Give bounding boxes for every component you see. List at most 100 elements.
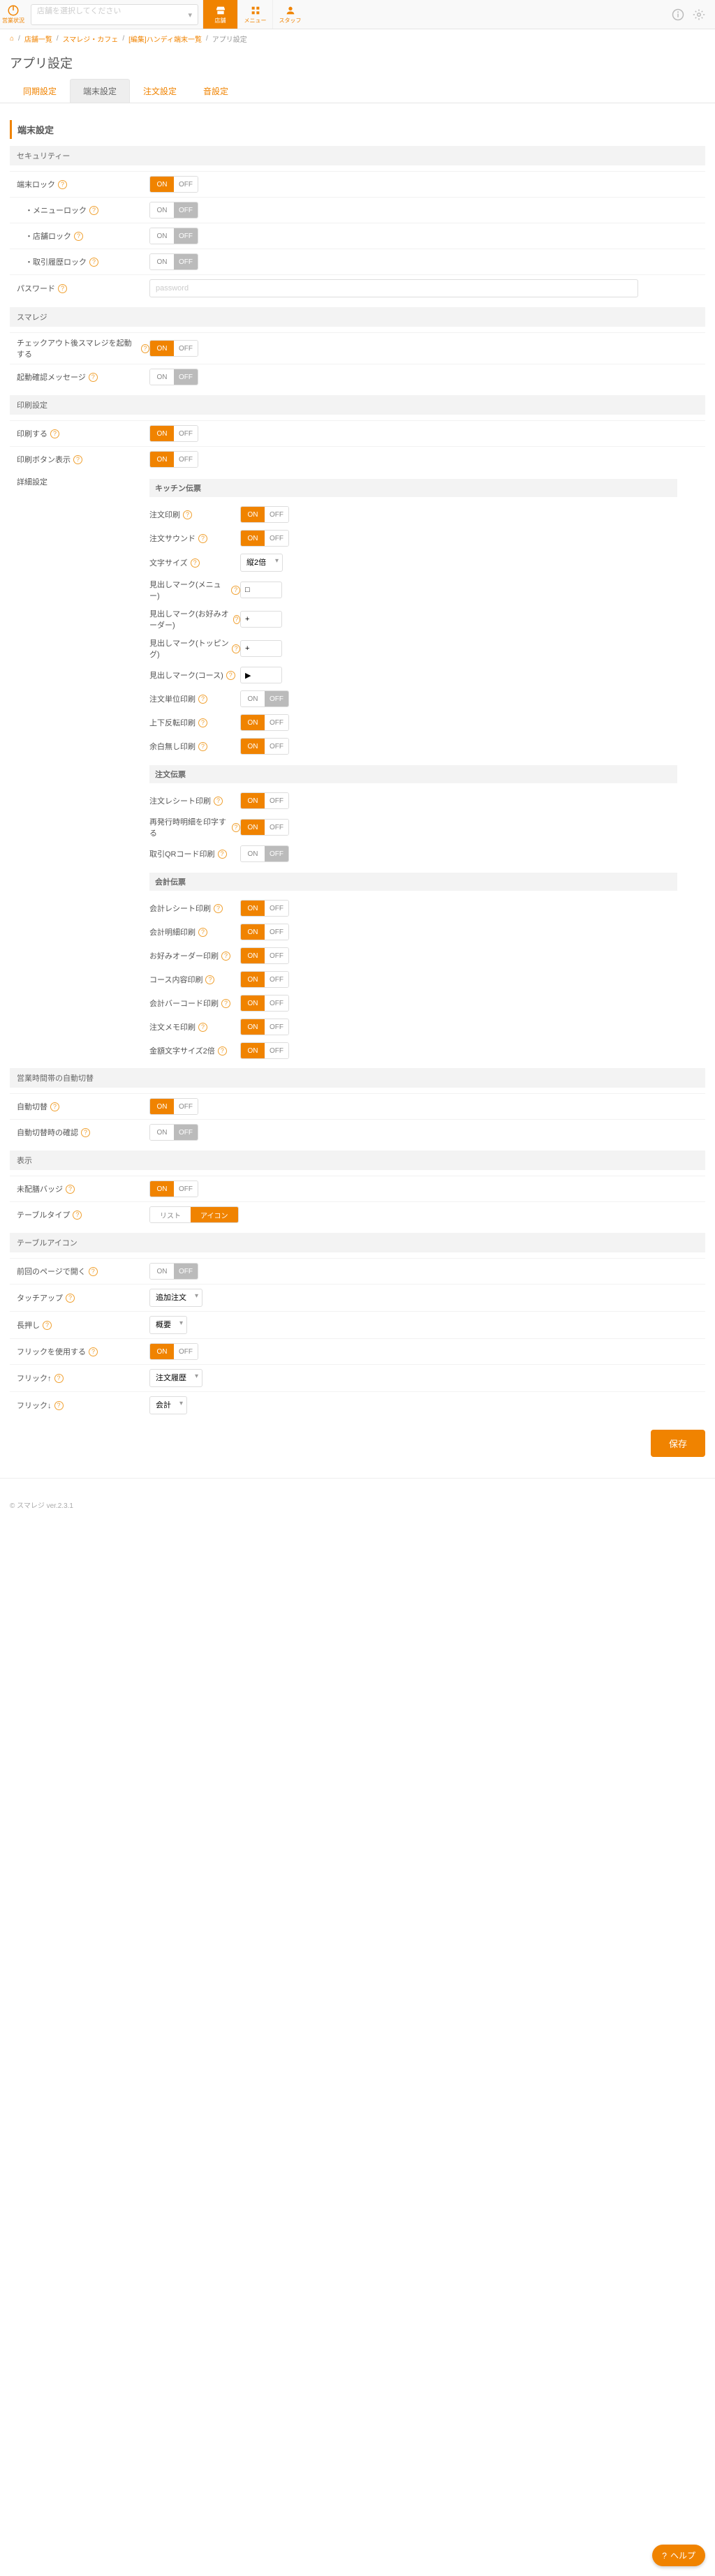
input-mark-course[interactable] — [240, 667, 282, 683]
toggle-barcode-print[interactable]: ONOFF — [240, 995, 289, 1012]
help-icon[interactable]: ? — [221, 999, 230, 1008]
tab-terminal[interactable]: 端末設定 — [70, 79, 130, 103]
content: 端末設定 セキュリティー 端末ロック? ONOFF ・メニューロック? ONOF… — [0, 103, 715, 1478]
toggle-okonomi-print[interactable]: ONOFF — [240, 947, 289, 964]
help-icon[interactable]: ? — [198, 534, 207, 543]
toggle-course-content[interactable]: ONOFF — [240, 971, 289, 988]
select-touch-up[interactable]: 追加注文 — [149, 1289, 202, 1307]
home-icon[interactable]: ⌂ — [10, 35, 14, 43]
help-icon[interactable]: ? — [58, 284, 67, 293]
password-input[interactable] — [149, 279, 638, 297]
crumb-current: アプリ設定 — [212, 34, 247, 44]
help-icon[interactable]: ? — [198, 718, 207, 727]
toggle-reissue-detail[interactable]: ONOFF — [240, 819, 289, 836]
toggle-auto-switch[interactable]: ONOFF — [149, 1098, 198, 1115]
help-icon[interactable]: ? — [218, 1046, 227, 1056]
toggle-order-print[interactable]: ONOFF — [240, 506, 289, 523]
tab-sync[interactable]: 同期設定 — [10, 79, 70, 103]
help-icon[interactable]: ? — [183, 510, 192, 519]
toggle-prev-page[interactable]: ONOFF — [149, 1263, 198, 1280]
group-auto-switch: 営業時間帯の自動切替 — [10, 1068, 705, 1088]
toggle-terminal-lock[interactable]: ONOFF — [149, 176, 198, 193]
help-icon[interactable]: ? — [198, 928, 207, 937]
help-icon[interactable]: ? — [205, 975, 214, 984]
save-button[interactable]: 保存 — [651, 1430, 705, 1457]
input-mark-menu[interactable] — [240, 582, 282, 598]
row-startup-confirm: 起動確認メッセージ? ONOFF — [10, 364, 705, 390]
toggle-auto-switch-confirm[interactable]: ONOFF — [149, 1124, 198, 1141]
chevron-down-icon: ▾ — [188, 10, 192, 20]
gear-icon[interactable] — [693, 8, 705, 21]
help-icon[interactable]: ? — [198, 742, 207, 751]
select-long-press[interactable]: 概要 — [149, 1316, 187, 1334]
select-font-size[interactable]: 縦2倍 — [240, 554, 283, 572]
help-icon[interactable]: ? — [233, 615, 240, 624]
toggle-order-sound[interactable]: ONOFF — [240, 530, 289, 547]
help-icon[interactable]: ? — [66, 1294, 75, 1303]
toggle-use-flick[interactable]: ONOFF — [149, 1343, 198, 1360]
help-icon[interactable]: ? — [214, 904, 223, 913]
toggle-order-unit[interactable]: ONOFF — [240, 690, 289, 707]
tab-menu[interactable]: メニュー — [237, 0, 272, 29]
help-icon[interactable]: ? — [73, 455, 82, 464]
info-icon[interactable] — [672, 8, 684, 21]
help-icon[interactable]: ? — [141, 344, 149, 353]
toggle-amount-2x[interactable]: ONOFF — [240, 1042, 289, 1059]
help-icon[interactable]: ? — [54, 1401, 64, 1410]
tab-order[interactable]: 注文設定 — [130, 79, 190, 103]
input-mark-topping[interactable] — [240, 640, 282, 657]
help-icon[interactable]: ? — [232, 644, 240, 653]
help-icon[interactable]: ? — [89, 1347, 98, 1356]
toggle-menu-lock[interactable]: ONOFF — [149, 202, 198, 219]
help-icon[interactable]: ? — [81, 1128, 90, 1137]
help-icon[interactable]: ? — [198, 695, 207, 704]
help-icon[interactable]: ? — [74, 232, 83, 241]
store-select[interactable]: 店舗を選択してください ▾ — [31, 4, 198, 25]
tab-sound[interactable]: 音設定 — [190, 79, 242, 103]
toggle-do-print[interactable]: ONOFF — [149, 425, 198, 442]
toggle-no-margin[interactable]: ONOFF — [240, 738, 289, 755]
toggle-checkout-launch[interactable]: ONOFF — [149, 340, 198, 357]
help-icon[interactable]: ? — [66, 1185, 75, 1194]
toggle-unassigned-badge[interactable]: ONOFF — [149, 1180, 198, 1197]
help-icon[interactable]: ? — [89, 373, 98, 382]
toggle-store-lock[interactable]: ONOFF — [149, 228, 198, 244]
toggle-memo-print[interactable]: ONOFF — [240, 1019, 289, 1035]
help-icon[interactable]: ? — [43, 1321, 52, 1330]
toggle-account-receipt[interactable]: ONOFF — [240, 900, 289, 917]
help-icon[interactable]: ? — [214, 797, 223, 806]
toggle-order-receipt[interactable]: ONOFF — [240, 792, 289, 809]
help-icon[interactable]: ? — [226, 671, 235, 680]
save-row: 保存 — [10, 1419, 705, 1468]
toggle-startup-confirm[interactable]: ONOFF — [149, 369, 198, 385]
help-icon[interactable]: ? — [73, 1211, 82, 1220]
crumb-stores[interactable]: 店舗一覧 — [24, 34, 52, 44]
tab-staff[interactable]: スタッフ — [272, 0, 307, 29]
toggle-print-button[interactable]: ONOFF — [149, 451, 198, 468]
seg-table-type[interactable]: リストアイコン — [149, 1206, 239, 1223]
toggle-upside-down[interactable]: ONOFF — [240, 714, 289, 731]
tab-store[interactable]: 店舗 — [202, 0, 237, 29]
help-icon[interactable]: ? — [232, 823, 240, 832]
help-icon[interactable]: ? — [89, 206, 98, 215]
help-icon[interactable]: ? — [218, 850, 227, 859]
toggle-account-detail[interactable]: ONOFF — [240, 924, 289, 940]
toggle-qr-print[interactable]: ONOFF — [240, 845, 289, 862]
help-icon[interactable]: ? — [191, 558, 200, 568]
select-flick-up[interactable]: 注文履歴 — [149, 1369, 202, 1387]
help-icon[interactable]: ? — [198, 1023, 207, 1032]
select-flick-down[interactable]: 会計 — [149, 1396, 187, 1414]
input-mark-okonomi[interactable] — [240, 611, 282, 628]
help-icon[interactable]: ? — [58, 180, 67, 189]
help-icon[interactable]: ? — [221, 952, 230, 961]
help-icon[interactable]: ? — [89, 1267, 98, 1276]
help-icon[interactable]: ? — [231, 586, 240, 595]
crumb-handy[interactable]: [編集]ハンディ端末一覧 — [128, 34, 202, 44]
help-icon[interactable]: ? — [89, 258, 98, 267]
toggle-history-lock[interactable]: ONOFF — [149, 253, 198, 270]
crumb-cafe[interactable]: スマレジ・カフェ — [63, 34, 119, 44]
help-icon[interactable]: ? — [54, 1374, 64, 1383]
help-icon[interactable]: ? — [50, 429, 59, 438]
help-icon[interactable]: ? — [50, 1102, 59, 1111]
help-fab[interactable]: ?ヘルプ — [652, 2545, 705, 2566]
